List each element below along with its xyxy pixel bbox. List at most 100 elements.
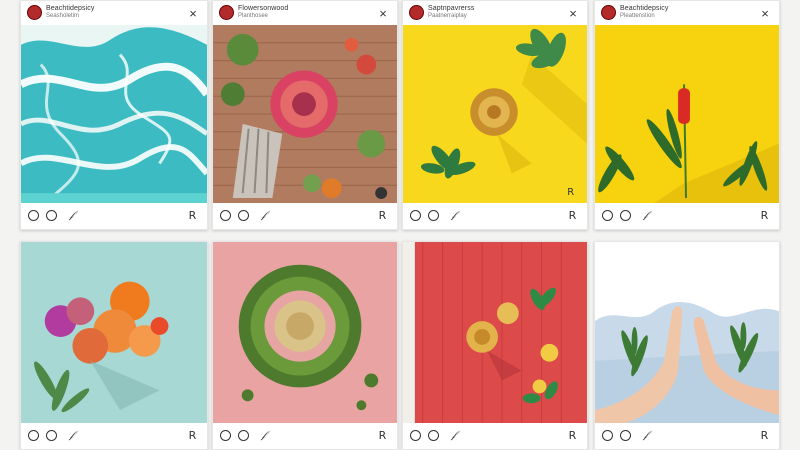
post-actions: 𝒻 R	[213, 423, 397, 449]
post-actions: 𝒻 R	[21, 423, 207, 449]
bookmark-icon: R	[568, 209, 577, 222]
avatar[interactable]	[409, 5, 424, 20]
save-button[interactable]: R	[566, 429, 579, 442]
comment-button[interactable]	[427, 209, 440, 222]
bookmark-icon: R	[188, 429, 197, 442]
share-button[interactable]: 𝒻	[447, 209, 460, 222]
user-subtitle: Paatnerraiplay	[428, 13, 467, 19]
username[interactable]: Beachtidepsicy	[46, 5, 94, 13]
post-header: Saptnpavrerss Paatnerraiplay ×	[403, 1, 587, 25]
share-icon: 𝒻	[69, 210, 74, 221]
like-button[interactable]	[219, 209, 232, 222]
comment-icon	[620, 430, 631, 441]
post-image-wood-flowers[interactable]	[213, 25, 397, 203]
save-button[interactable]: R	[566, 209, 579, 222]
heart-icon	[28, 210, 39, 221]
share-button[interactable]: 𝒻	[65, 209, 78, 222]
post-card: 𝒻 R	[594, 241, 780, 450]
post-image-pink-wreath[interactable]	[213, 242, 397, 423]
username[interactable]: Flowersonwood	[238, 5, 288, 13]
comment-icon	[46, 430, 57, 441]
user-subtitle: Pleattenstion	[620, 13, 655, 19]
post-card: Beachtidepsicy Seasholetim × 𝒻 R	[20, 0, 208, 230]
save-button[interactable]: R	[758, 209, 771, 222]
share-button[interactable]: 𝒻	[257, 429, 270, 442]
user-subtitle: Seasholetim	[46, 13, 80, 19]
like-button[interactable]	[601, 209, 614, 222]
close-icon[interactable]: ×	[565, 5, 581, 21]
heart-icon	[410, 210, 421, 221]
post-image-teal-flowers[interactable]	[21, 242, 207, 423]
post-card: Saptnpavrerss Paatnerraiplay × R 𝒻 R	[402, 0, 588, 230]
comment-button[interactable]	[45, 209, 58, 222]
post-actions: 𝒻 R	[595, 423, 779, 449]
like-button[interactable]	[601, 429, 614, 442]
post-card: 𝒻 R	[20, 241, 208, 450]
share-button[interactable]: 𝒻	[447, 429, 460, 442]
comment-icon	[620, 210, 631, 221]
comment-button[interactable]	[45, 429, 58, 442]
save-button[interactable]: R	[376, 209, 389, 222]
post-card: 𝒻 R	[212, 241, 398, 450]
comment-icon	[238, 210, 249, 221]
share-icon: 𝒻	[451, 210, 456, 221]
save-button[interactable]: R	[186, 429, 199, 442]
like-button[interactable]	[27, 429, 40, 442]
post-actions: 𝒻 R	[213, 203, 397, 229]
post-image-hands-sky[interactable]	[595, 242, 779, 423]
svg-text:R: R	[567, 187, 574, 198]
comment-icon	[428, 210, 439, 221]
like-button[interactable]	[409, 209, 422, 222]
share-button[interactable]: 𝒻	[639, 429, 652, 442]
heart-icon	[220, 430, 231, 441]
save-button[interactable]: R	[758, 429, 771, 442]
post-header: Beachtidepsicy Pleattenstion ×	[595, 1, 779, 25]
share-button[interactable]: 𝒻	[639, 209, 652, 222]
bookmark-icon: R	[378, 429, 387, 442]
like-button[interactable]	[27, 209, 40, 222]
post-card: Flowersonwood Planthosee × 𝒻 R	[212, 0, 398, 230]
post-image-yellow-plants[interactable]	[595, 25, 779, 203]
save-button[interactable]: R	[376, 429, 389, 442]
post-image-yellow-succulent[interactable]: R	[403, 25, 587, 203]
avatar[interactable]	[601, 5, 616, 20]
post-actions: 𝒻 R	[21, 203, 207, 229]
like-button[interactable]	[219, 429, 232, 442]
bookmark-icon: R	[760, 209, 769, 222]
username[interactable]: Saptnpavrerss	[428, 5, 474, 13]
comment-button[interactable]	[619, 429, 632, 442]
post-card: 𝒻 R	[402, 241, 588, 450]
post-actions: 𝒻 R	[403, 423, 587, 449]
comment-button[interactable]	[237, 209, 250, 222]
like-button[interactable]	[409, 429, 422, 442]
close-icon[interactable]: ×	[185, 5, 201, 21]
post-header: Beachtidepsicy Seasholetim ×	[21, 1, 207, 25]
share-button[interactable]: 𝒻	[257, 209, 270, 222]
heart-icon	[410, 430, 421, 441]
comment-icon	[428, 430, 439, 441]
comment-button[interactable]	[427, 429, 440, 442]
share-icon: 𝒻	[643, 210, 648, 221]
close-icon[interactable]: ×	[375, 5, 391, 21]
save-button[interactable]: R	[186, 209, 199, 222]
share-icon: 𝒻	[261, 210, 266, 221]
share-button[interactable]: 𝒻	[65, 429, 78, 442]
heart-icon	[28, 430, 39, 441]
share-icon: 𝒻	[451, 430, 456, 441]
comment-button[interactable]	[237, 429, 250, 442]
close-icon[interactable]: ×	[757, 5, 773, 21]
heart-icon	[602, 430, 613, 441]
avatar[interactable]	[27, 5, 42, 20]
post-image-ocean[interactable]	[21, 25, 207, 203]
heart-icon	[220, 210, 231, 221]
post-image-red-wood-flowers[interactable]	[403, 242, 587, 423]
comment-button[interactable]	[619, 209, 632, 222]
share-icon: 𝒻	[261, 430, 266, 441]
username[interactable]: Beachtidepsicy	[620, 5, 668, 13]
post-actions: 𝒻 R	[403, 203, 587, 229]
share-icon: 𝒻	[69, 430, 74, 441]
post-card: Beachtidepsicy Pleattenstion × 𝒻 R	[594, 0, 780, 230]
share-icon: 𝒻	[643, 430, 648, 441]
avatar[interactable]	[219, 5, 234, 20]
post-actions: 𝒻 R	[595, 203, 779, 229]
